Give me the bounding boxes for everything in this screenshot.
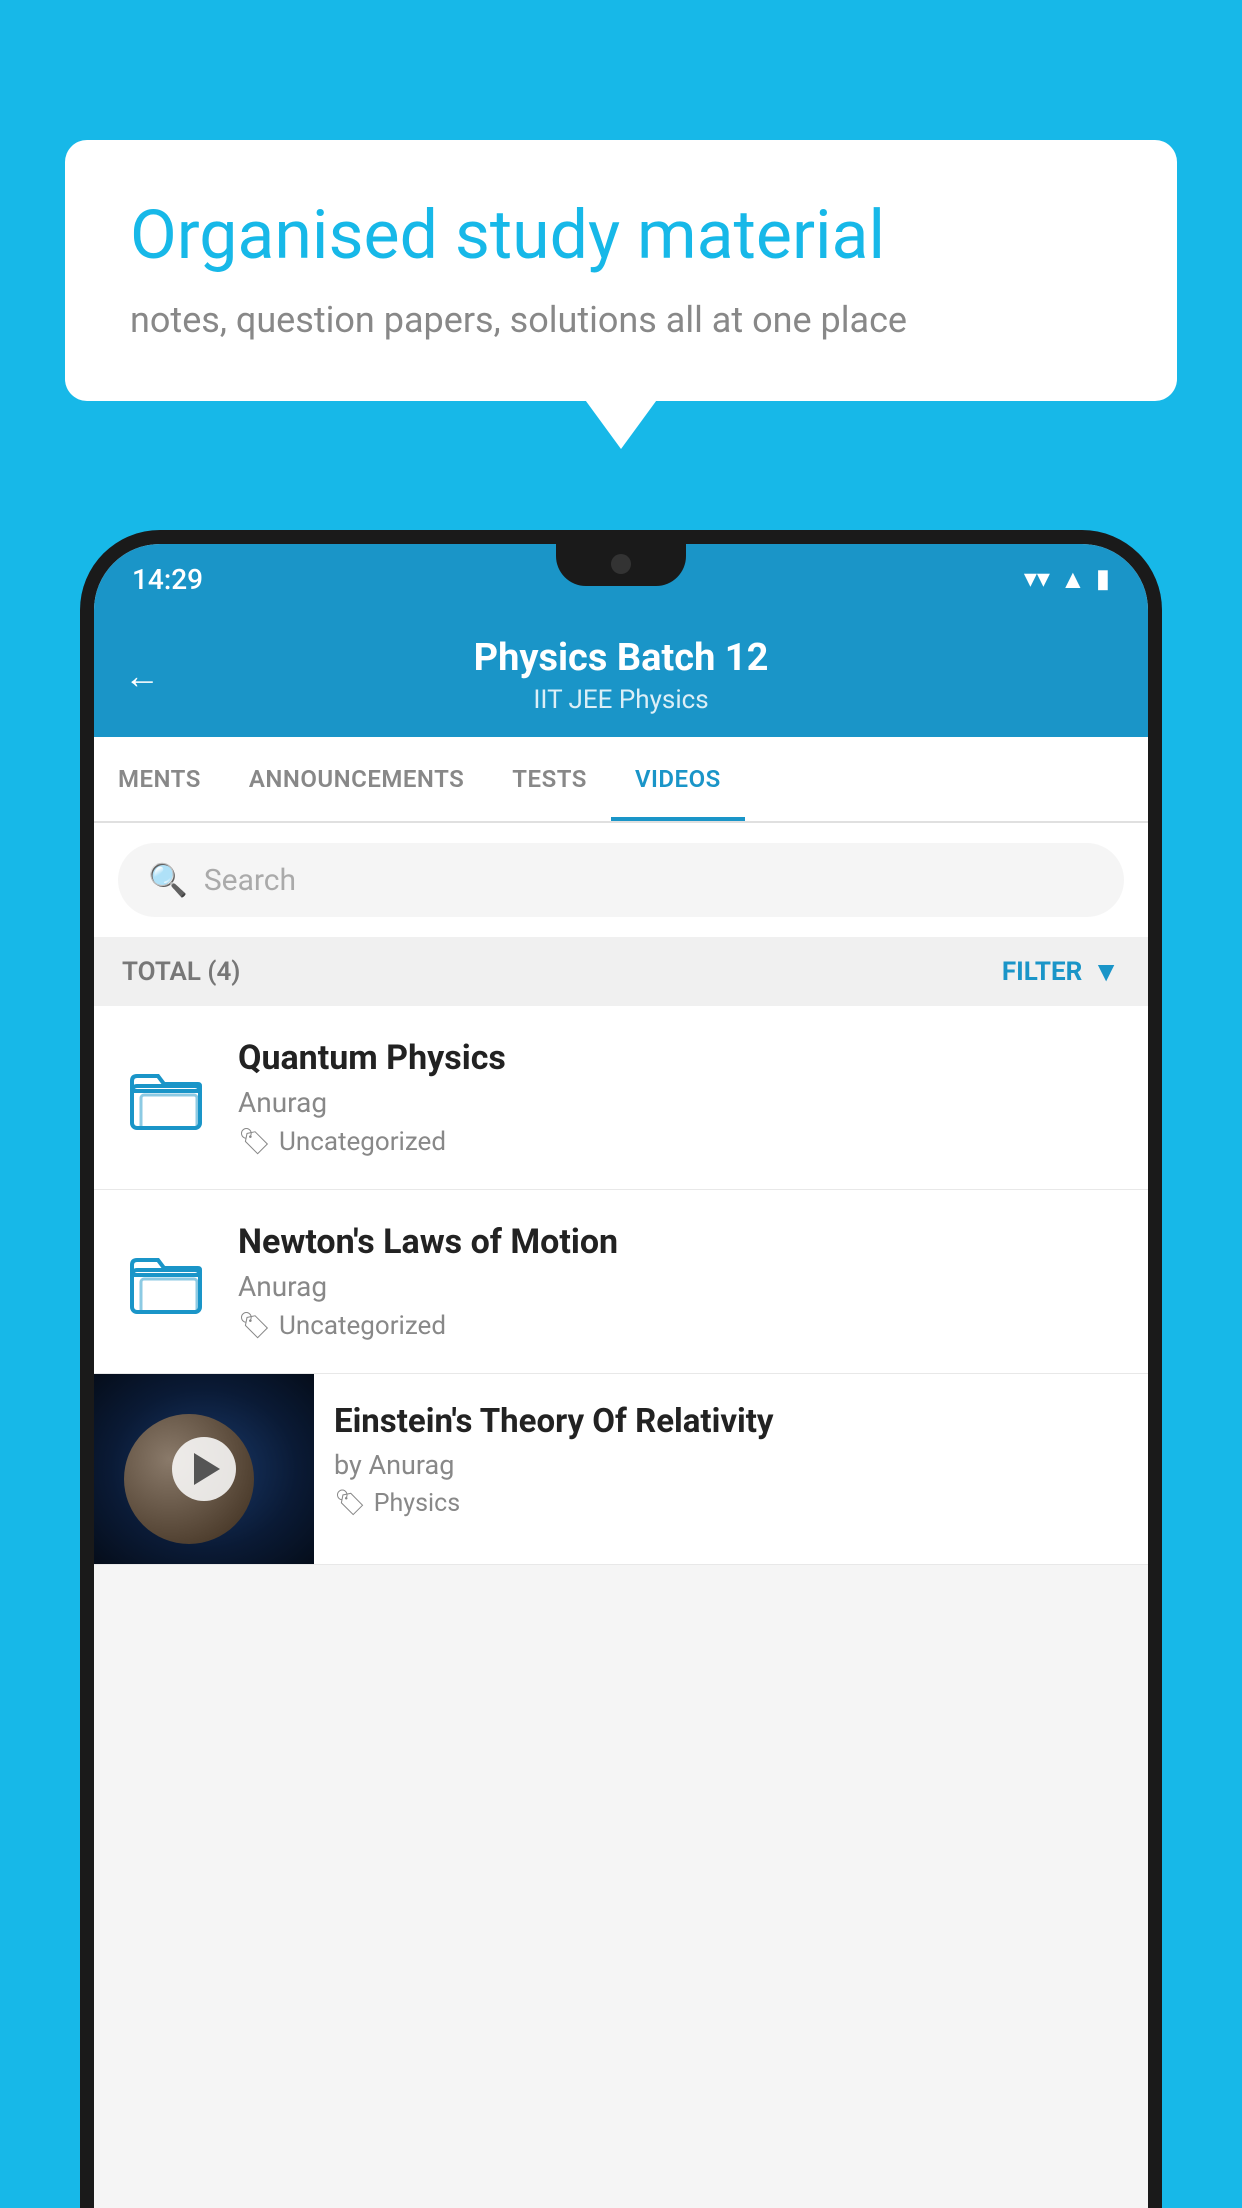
status-icons: ▾▾ ▲ ▮ bbox=[1024, 564, 1110, 595]
filter-label: FILTER bbox=[1002, 957, 1082, 987]
filter-bar: TOTAL (4) FILTER ▼ bbox=[94, 937, 1148, 1006]
filter-icon: ▼ bbox=[1092, 955, 1120, 988]
speech-bubble-subtext: notes, question papers, solutions all at… bbox=[130, 299, 1112, 341]
notch bbox=[556, 544, 686, 586]
speech-bubble-heading: Organised study material bbox=[130, 195, 1112, 277]
wifi-icon: ▾▾ bbox=[1024, 564, 1050, 594]
video-tag: 🏷 Uncategorized bbox=[238, 1127, 1120, 1157]
header-title: Physics Batch 12 bbox=[124, 636, 1118, 680]
back-button[interactable]: ← bbox=[124, 655, 160, 697]
search-box[interactable]: 🔍 Search bbox=[118, 843, 1124, 917]
tab-videos[interactable]: VIDEOS bbox=[611, 737, 745, 821]
tag-text: Physics bbox=[374, 1489, 460, 1518]
tab-announcements[interactable]: ANNOUNCEMENTS bbox=[225, 737, 488, 821]
folder-icon-container bbox=[122, 1066, 210, 1130]
search-placeholder: Search bbox=[204, 863, 296, 898]
search-container: 🔍 Search bbox=[94, 823, 1148, 937]
search-icon: 🔍 bbox=[148, 861, 188, 899]
speech-bubble-container: Organised study material notes, question… bbox=[65, 140, 1177, 401]
thumbnail-container bbox=[94, 1374, 314, 1564]
tab-tests[interactable]: TESTS bbox=[488, 737, 611, 821]
speech-bubble: Organised study material notes, question… bbox=[65, 140, 1177, 401]
tab-ments[interactable]: MENTS bbox=[94, 737, 225, 821]
video-tag: 🏷 Uncategorized bbox=[238, 1311, 1120, 1341]
tag-icon: 🏷 bbox=[238, 1311, 271, 1341]
battery-icon: ▮ bbox=[1096, 564, 1110, 594]
video-tag: 🏷 Physics bbox=[334, 1489, 1120, 1518]
folder-icon-container bbox=[122, 1250, 210, 1314]
status-bar: 14:29 ▾▾ ▲ ▮ bbox=[94, 544, 1148, 614]
tab-bar: MENTS ANNOUNCEMENTS TESTS VIDEOS bbox=[94, 737, 1148, 823]
video-list: Quantum Physics Anurag 🏷 Uncategorized bbox=[94, 1006, 1148, 1565]
video-info: Einstein's Theory Of Relativity by Anura… bbox=[314, 1374, 1148, 1546]
play-button[interactable] bbox=[172, 1437, 236, 1501]
tag-icon: 🏷 bbox=[334, 1489, 366, 1518]
phone-mockup: 14:29 ▾▾ ▲ ▮ ← Physics Batch 12 IIT JEE … bbox=[80, 530, 1162, 2208]
video-author: Anurag bbox=[238, 1086, 1120, 1119]
tag-text: Uncategorized bbox=[279, 1127, 446, 1157]
signal-icon: ▲ bbox=[1060, 564, 1086, 595]
app-header: ← Physics Batch 12 IIT JEE Physics bbox=[94, 614, 1148, 737]
video-author: Anurag bbox=[238, 1270, 1120, 1303]
video-title: Newton's Laws of Motion bbox=[238, 1222, 1120, 1262]
list-item[interactable]: Quantum Physics Anurag 🏷 Uncategorized bbox=[94, 1006, 1148, 1190]
video-info: Newton's Laws of Motion Anurag 🏷 Uncateg… bbox=[238, 1222, 1120, 1341]
video-info: Quantum Physics Anurag 🏷 Uncategorized bbox=[238, 1038, 1120, 1157]
video-author: by Anurag bbox=[334, 1449, 1120, 1481]
camera-dot bbox=[611, 554, 631, 574]
phone-inner: 14:29 ▾▾ ▲ ▮ ← Physics Batch 12 IIT JEE … bbox=[94, 544, 1148, 2208]
total-count: TOTAL (4) bbox=[122, 957, 240, 987]
filter-button[interactable]: FILTER ▼ bbox=[1002, 955, 1120, 988]
folder-icon bbox=[130, 1250, 202, 1314]
video-title: Einstein's Theory Of Relativity bbox=[334, 1402, 1120, 1441]
list-item[interactable]: Newton's Laws of Motion Anurag 🏷 Uncateg… bbox=[94, 1190, 1148, 1374]
tag-icon: 🏷 bbox=[238, 1127, 271, 1157]
folder-icon bbox=[130, 1066, 202, 1130]
status-time: 14:29 bbox=[132, 563, 203, 596]
play-icon bbox=[194, 1453, 220, 1485]
video-title: Quantum Physics bbox=[238, 1038, 1120, 1078]
list-item[interactable]: Einstein's Theory Of Relativity by Anura… bbox=[94, 1374, 1148, 1565]
tag-text: Uncategorized bbox=[279, 1311, 446, 1341]
header-subtitle: IIT JEE Physics bbox=[124, 685, 1118, 715]
